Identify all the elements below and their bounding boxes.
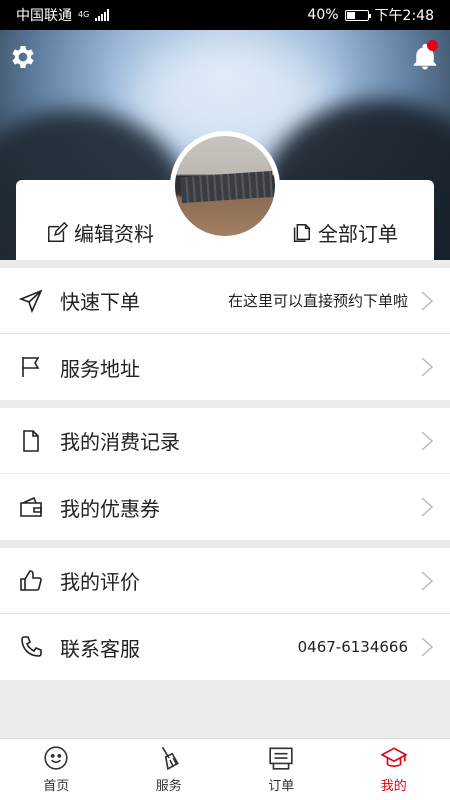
menu-row-customer-service[interactable]: 联系客服 0467-6134666 [0, 614, 450, 680]
menu-label: 我的优惠券 [60, 496, 160, 521]
tab-services[interactable]: 服务 [113, 739, 226, 800]
menu-hint: 在这里可以直接预约下单啦 [227, 292, 408, 310]
wallet-icon [18, 494, 44, 520]
menu-label: 我的消费记录 [60, 430, 180, 454]
menu-row-quick-order[interactable]: 快速下单 在这里可以直接预约下单啦 [0, 268, 450, 334]
menu-label: 服务地址 [60, 356, 140, 381]
battery-icon [344, 9, 371, 21]
chevron-right-icon [421, 430, 434, 451]
tab-label: 订单 [268, 779, 295, 794]
chevron-right-icon [421, 357, 434, 377]
chevron-right-icon [421, 497, 434, 517]
edit-icon [48, 221, 68, 242]
tab-label: 服务 [155, 779, 182, 794]
order-list-icon [269, 747, 293, 770]
clock: 下午2:48 [374, 8, 434, 24]
edit-profile-button[interactable]: 编辑资料 [46, 218, 154, 247]
all-orders-button[interactable]: 全部订单 [290, 218, 398, 247]
tab-label: 我的 [380, 779, 407, 794]
menu-label: 快速下单 [60, 290, 140, 314]
edit-profile-label: 编辑资料 [74, 222, 154, 246]
graduation-cap-icon [380, 747, 407, 767]
menu-group: 快速下单 在这里可以直接预约下单啦 服务地址 [0, 268, 450, 400]
broom-icon [161, 746, 179, 771]
menu-group: 我的评价 联系客服 0467-6134666 [0, 548, 450, 680]
notification-badge [427, 40, 438, 51]
menu-group: 我的消费记录 我的优惠券 [0, 408, 450, 540]
all-orders-label: 全部订单 [318, 222, 398, 246]
send-icon [18, 288, 44, 314]
tab-home[interactable]: 首页 [0, 739, 113, 800]
chevron-right-icon [421, 637, 434, 657]
signal-icon [95, 9, 110, 21]
menu-row-consumption-records[interactable]: 我的消费记录 [0, 408, 450, 474]
menu-label: 我的评价 [60, 570, 140, 594]
phone-icon [18, 634, 44, 660]
tab-label: 首页 [43, 779, 70, 794]
tab-mine[interactable]: 我的 [338, 739, 450, 800]
menu-list: 快速下单 在这里可以直接预约下单啦 服务地址 我的消费记录 我的优惠券 我的评价… [0, 268, 450, 688]
avatar[interactable] [170, 131, 280, 241]
settings-gear-icon[interactable] [8, 42, 38, 72]
status-bar: 中国联通 4G 40% 下午2:48 [0, 0, 450, 30]
copy-documents-icon [293, 223, 310, 242]
thumbs-up-icon [18, 568, 44, 594]
menu-label: 联系客服 [60, 636, 140, 661]
chevron-right-icon [421, 570, 434, 591]
tab-orders[interactable]: 订单 [225, 739, 338, 800]
bottom-tab-bar: 首页 服务 订单 我的 [0, 738, 450, 800]
menu-row-my-reviews[interactable]: 我的评价 [0, 548, 450, 614]
carrier-name: 中国联通 [16, 8, 72, 24]
flag-icon [18, 354, 44, 380]
network-type: 4G [78, 10, 90, 19]
chevron-right-icon [421, 290, 434, 311]
battery-percent: 40% [307, 7, 339, 23]
phone-number: 0467-6134666 [297, 638, 408, 656]
smiley-icon [44, 746, 68, 770]
menu-row-service-address[interactable]: 服务地址 [0, 334, 450, 400]
menu-row-coupons[interactable]: 我的优惠券 [0, 474, 450, 540]
document-icon [18, 428, 44, 454]
